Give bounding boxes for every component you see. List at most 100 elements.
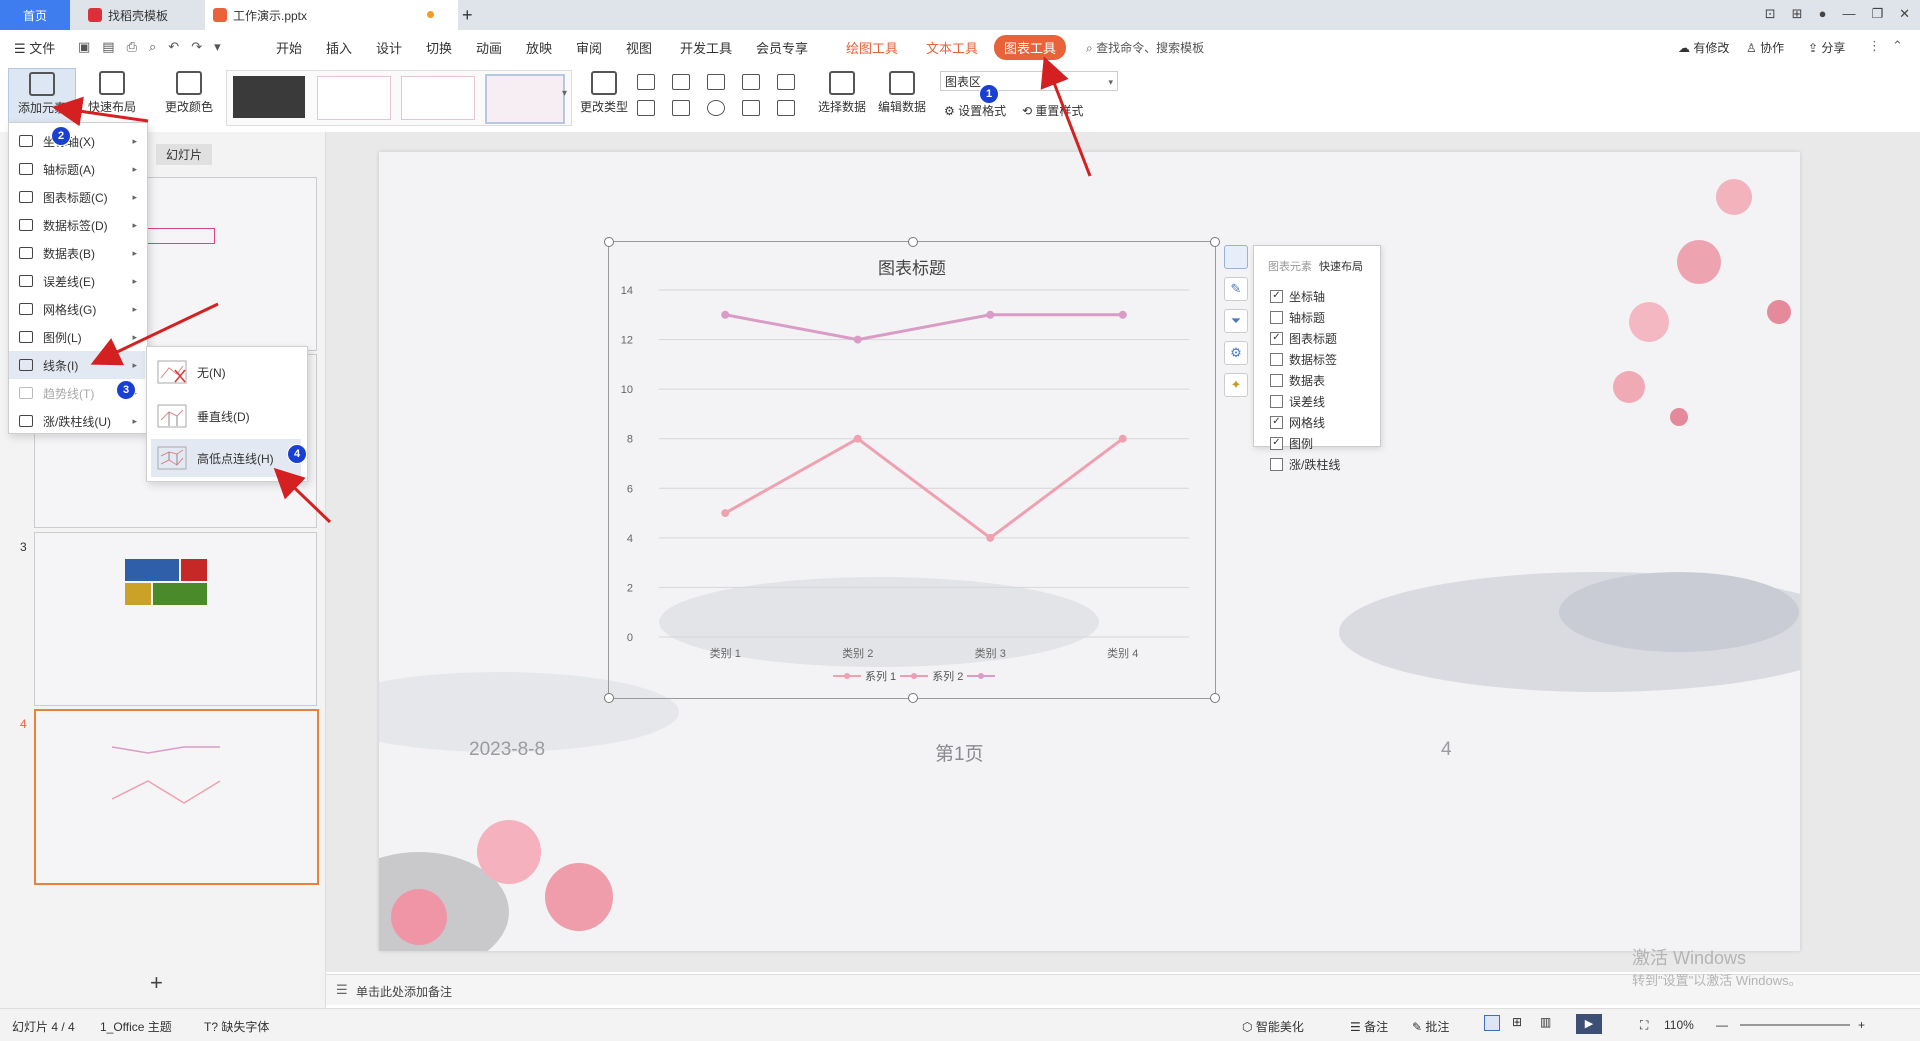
chart-settings-float-button[interactable]: ⚙ [1224, 341, 1248, 365]
chart-style-4[interactable] [485, 74, 565, 124]
element-checkbox-row[interactable]: ✓ 网格线 [1270, 412, 1340, 433]
change-color-button[interactable]: 更改颜色 [156, 71, 222, 115]
add-element-menu-item[interactable]: 坐标轴(X)▸ [9, 127, 145, 155]
element-checkbox-row[interactable]: ✓ 坐标轴 [1270, 286, 1340, 307]
resize-handle-bl[interactable] [604, 693, 614, 703]
grid-icon[interactable]: ⊞ [1792, 6, 1803, 22]
set-format-button[interactable]: ⚙ 设置格式 [944, 102, 1006, 119]
line-option-drop-lines[interactable]: 垂直线(D) [151, 397, 301, 435]
undo-icon[interactable]: ↶ [168, 39, 179, 55]
panel-tab-layout[interactable]: 快速布局 [1319, 258, 1363, 274]
menu-design[interactable]: 设计 [376, 38, 402, 57]
column-chart-icon[interactable] [637, 74, 655, 90]
resize-handle-tr[interactable] [1210, 237, 1220, 247]
data-point[interactable] [1118, 310, 1127, 319]
close-icon[interactable]: ✕ [1899, 6, 1910, 22]
zoom-level[interactable]: 110% [1664, 1018, 1694, 1032]
share-button[interactable]: ⇪ 分享 [1808, 39, 1845, 56]
area-chart-icon[interactable] [637, 100, 655, 116]
add-element-menu-item[interactable]: 图表标题(C) ▸ [9, 183, 145, 211]
menu-drawing-tools[interactable]: 绘图工具 [846, 38, 898, 57]
zoom-in-button[interactable]: + [1858, 1018, 1865, 1032]
chart-style-3[interactable] [401, 76, 475, 120]
minimize-icon[interactable]: — [1842, 6, 1855, 22]
slide-canvas[interactable]: 0 2 4 6 8 10 12 14 类别 1 类别 2 类别 3 类别 4 图表标题 系列 1 系列… [379, 152, 1800, 951]
chart-style-float-button[interactable]: ✎ [1224, 277, 1248, 301]
print-icon[interactable]: ⎙ [127, 39, 137, 55]
panel-tab-elements[interactable]: 图表元素 [1268, 258, 1312, 274]
normal-view-icon[interactable] [1484, 1015, 1500, 1031]
stock-chart-icon[interactable] [777, 74, 795, 90]
menu-transition[interactable]: 切换 [426, 38, 452, 57]
element-checkbox-row[interactable]: ✓ 图表标题 [1270, 328, 1340, 349]
gallery-more-icon[interactable]: ▾ [562, 88, 567, 99]
tab-home[interactable]: 首页 [0, 0, 70, 30]
resize-handle-br[interactable] [1210, 693, 1220, 703]
menu-start[interactable]: 开始 [276, 38, 302, 57]
add-element-menu-item[interactable]: 图例(L) ▸ [9, 323, 145, 351]
slide-thumbnail-4[interactable] [34, 709, 319, 885]
element-checkbox-row[interactable]: 涨/跌柱线 [1270, 454, 1340, 475]
changes-button[interactable]: ☁ 有修改 [1678, 39, 1729, 56]
status-theme[interactable]: 1_Office 主题 [100, 1018, 172, 1035]
menu-chart-tools[interactable]: 图表工具 [994, 35, 1067, 60]
element-checkbox-row[interactable]: 轴标题 [1270, 307, 1340, 328]
export-icon[interactable]: ▤ [102, 39, 114, 55]
smart-beautify-button[interactable]: ⬡ 智能美化 [1242, 1018, 1304, 1035]
data-point[interactable] [986, 533, 995, 542]
reading-view-icon[interactable]: ▥ [1540, 1015, 1551, 1029]
missing-font-button[interactable]: T? 缺失字体 [204, 1018, 269, 1035]
menu-view[interactable]: 视图 [626, 38, 652, 57]
menu-insert[interactable]: 插入 [326, 38, 352, 57]
line-option-high-low[interactable]: 高低点连线(H) [151, 439, 301, 477]
zoom-slider[interactable] [1740, 1024, 1850, 1026]
unchecked-checkbox-icon[interactable] [1270, 353, 1283, 366]
reset-style-button[interactable]: ⟲ 重置样式 [1022, 102, 1083, 119]
chart-area-select[interactable]: 图表区 ▾ [940, 71, 1118, 91]
new-tab-button[interactable]: + [462, 0, 482, 30]
unchecked-checkbox-icon[interactable] [1270, 458, 1283, 471]
chart-style-1[interactable] [233, 76, 305, 118]
slide-thumbnail-3[interactable] [34, 532, 317, 706]
resize-handle-tl[interactable] [604, 237, 614, 247]
menu-slideshow[interactable]: 放映 [526, 38, 552, 57]
zoom-out-button[interactable]: — [1716, 1018, 1728, 1032]
element-checkbox-row[interactable]: 数据标签 [1270, 349, 1340, 370]
checked-checkbox-icon[interactable]: ✓ [1270, 437, 1283, 450]
save-icon[interactable]: ▣ [78, 39, 90, 55]
notes-toggle-button[interactable]: ☰ 备注 [1350, 1018, 1388, 1035]
edit-data-button[interactable]: 编辑数据 [872, 71, 932, 115]
series-line-2[interactable] [724, 313, 1123, 342]
more-icon[interactable]: ▾ [214, 39, 221, 55]
menu-text-tools[interactable]: 文本工具 [926, 38, 978, 57]
chart-legend[interactable]: 系列 1 系列 2 [833, 668, 996, 684]
data-point[interactable] [1118, 434, 1127, 443]
menu-developer[interactable]: 开发工具 [680, 38, 732, 57]
preview-icon[interactable]: ⌕ [149, 39, 156, 55]
unchecked-checkbox-icon[interactable] [1270, 311, 1283, 324]
slide-number[interactable]: 4 [1441, 739, 1452, 761]
data-point[interactable] [853, 434, 862, 443]
line-chart-icon[interactable] [707, 74, 725, 90]
tab-template[interactable]: 找稻壳模板 [80, 0, 208, 30]
change-type-button[interactable]: 更改类型 [576, 71, 632, 115]
bar-chart-icon[interactable] [672, 74, 690, 90]
other-chart-icon[interactable] [777, 100, 795, 116]
collab-button[interactable]: ♙ 协作 [1746, 39, 1784, 56]
slides-tab[interactable]: 幻灯片 [156, 144, 213, 165]
menu-review[interactable]: 审阅 [576, 38, 602, 57]
file-menu[interactable]: ☰ 文件 [14, 38, 55, 57]
chart-title[interactable]: 图表标题 [609, 254, 1215, 279]
element-checkbox-row[interactable]: ✓ 图例 [1270, 433, 1340, 454]
data-point[interactable] [986, 310, 995, 319]
chart-elements-float-button[interactable] [1224, 245, 1248, 269]
chart-style-2[interactable] [317, 76, 391, 120]
resize-handle-bc[interactable] [908, 693, 918, 703]
slide-date[interactable]: 2023-8-8 [469, 739, 545, 761]
combo-chart-icon[interactable] [672, 100, 690, 116]
checked-checkbox-icon[interactable]: ✓ [1270, 416, 1283, 429]
layout-icon[interactable]: ⊡ [1765, 6, 1776, 22]
add-element-menu-item[interactable]: 数据标签(D) ▸ [9, 211, 145, 239]
quick-layout-button[interactable]: 快速布局 [80, 71, 144, 115]
add-element-menu-item[interactable]: 网格线(G) ▸ [9, 295, 145, 323]
